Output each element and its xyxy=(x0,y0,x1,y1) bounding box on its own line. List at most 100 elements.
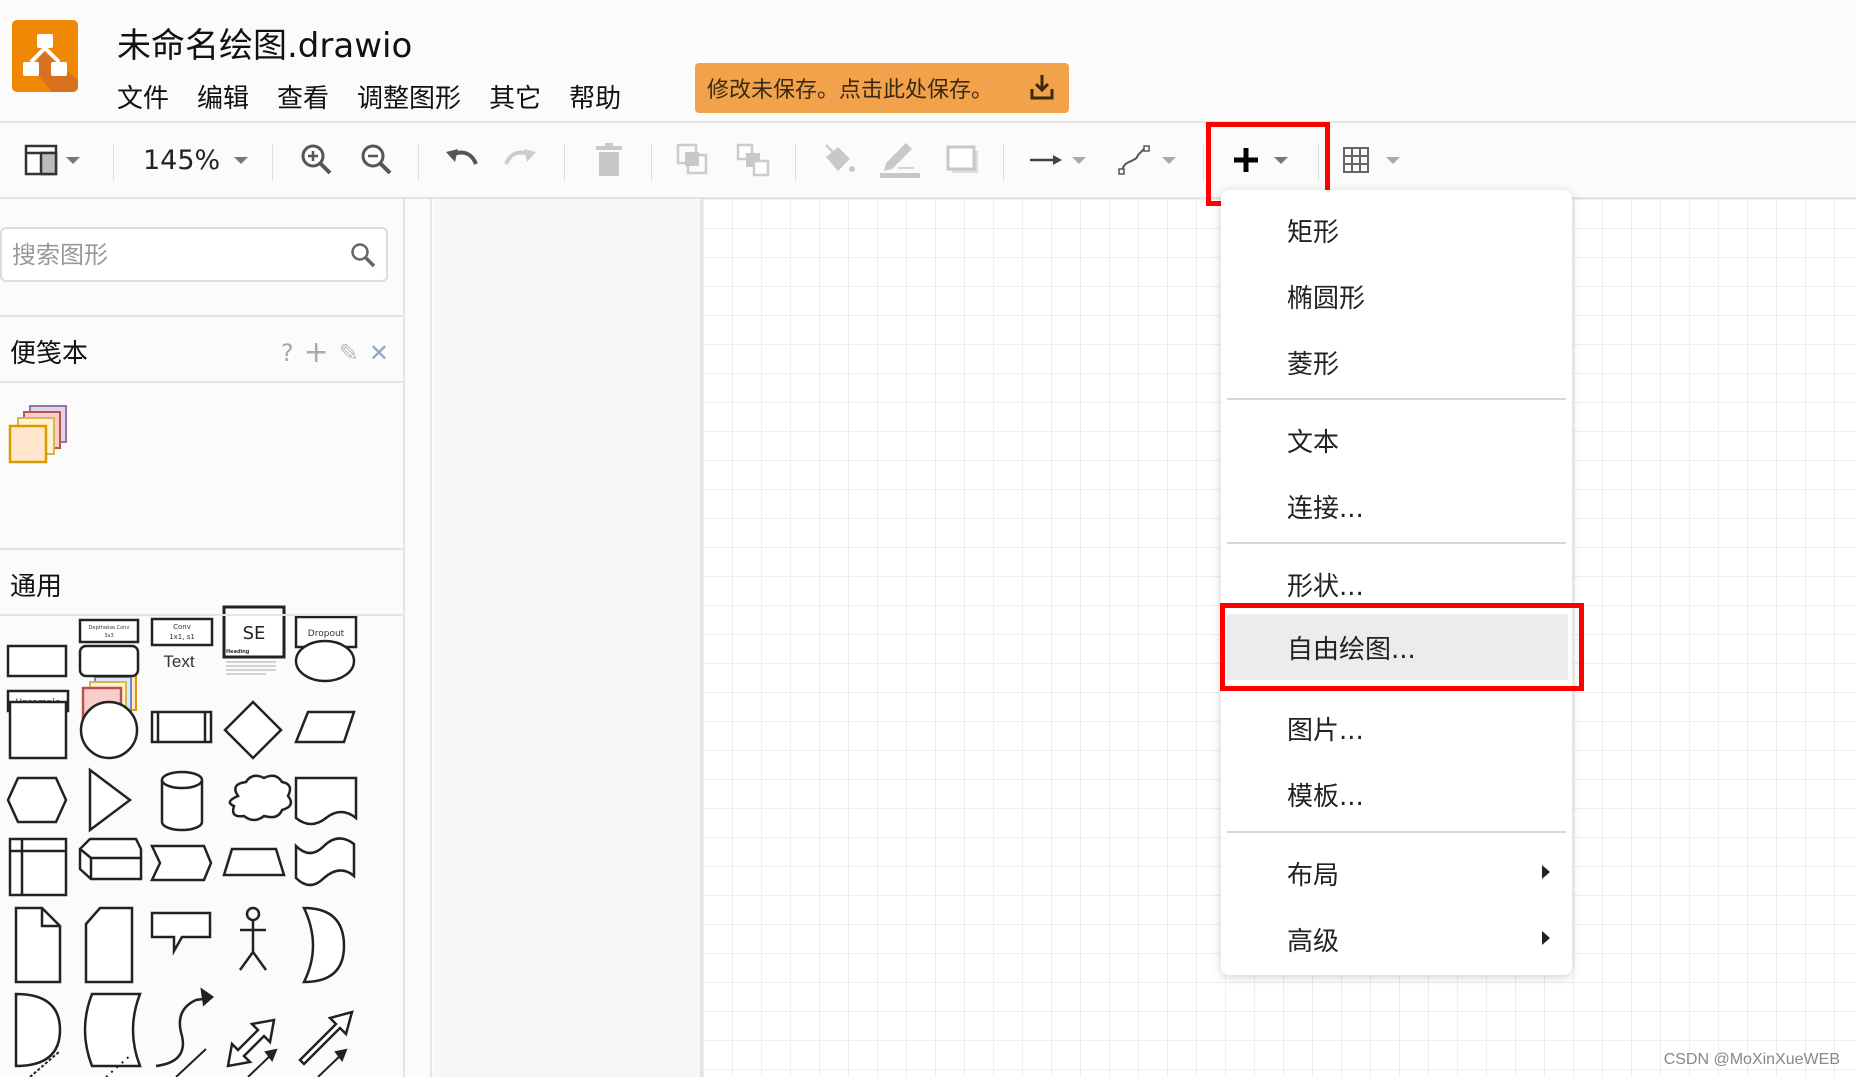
trash-icon xyxy=(596,143,622,176)
toolbar: 145% xyxy=(0,121,1856,199)
zoom-in-button[interactable] xyxy=(300,123,334,197)
menu-bar: 文件 编辑 查看 调整图形 其它 帮助 xyxy=(117,78,649,115)
arrow-right-icon xyxy=(1030,155,1062,165)
menu-item-layout[interactable]: 布局 xyxy=(1221,840,1572,906)
shape-data-storage xyxy=(83,992,142,1068)
shape-document xyxy=(294,776,358,826)
edit-icon[interactable]: ✎ xyxy=(339,339,359,367)
chevron-down-icon xyxy=(66,156,80,164)
chevron-down-icon xyxy=(1162,156,1176,164)
shape-circle xyxy=(79,700,139,760)
menu-item-link[interactable]: 连接... xyxy=(1221,473,1572,539)
submenu-arrow-icon xyxy=(1542,931,1550,945)
shape-internal-storage xyxy=(8,837,68,897)
shape-parallelogram xyxy=(294,710,356,744)
shape-card xyxy=(84,906,134,984)
undo-icon xyxy=(446,149,478,165)
table-button[interactable] xyxy=(1342,123,1400,197)
search-icon[interactable] xyxy=(350,242,376,268)
app-header: 未命名绘图.drawio 文件 编辑 查看 调整图形 其它 帮助 修改未保存。点… xyxy=(0,0,1856,121)
chevron-down-icon xyxy=(1072,156,1086,164)
to-front-button[interactable] xyxy=(676,123,710,197)
shape-trapezoid xyxy=(222,847,286,877)
shape-text: Text xyxy=(163,652,194,671)
insert-dropdown-menu: 矩形 椭圆形 菱形 文本 连接... 形状... 自由绘图... 图片... 模… xyxy=(1221,190,1572,975)
shape-heading-textbox: Heading xyxy=(226,649,276,675)
unsaved-changes-banner[interactable]: 修改未保存。点击此处保存。 xyxy=(695,63,1069,113)
general-section-header[interactable]: 通用 xyxy=(0,548,405,616)
download-icon xyxy=(1029,73,1055,107)
scratchpad-item-stacked-orange[interactable] xyxy=(6,404,70,466)
shape-search-input[interactable] xyxy=(12,237,342,273)
menu-extras[interactable]: 其它 xyxy=(489,78,541,115)
shape-diamond xyxy=(223,700,283,760)
toolbar-divider xyxy=(113,143,114,181)
menu-view[interactable]: 查看 xyxy=(277,78,329,115)
menu-separator xyxy=(1227,831,1566,833)
shape-callout xyxy=(150,911,212,956)
menu-item-advanced[interactable]: 高级 xyxy=(1221,906,1572,972)
delete-button[interactable] xyxy=(594,123,624,197)
help-icon[interactable]: ? xyxy=(281,339,294,367)
bring-to-front-icon xyxy=(676,143,708,175)
table-grid-icon xyxy=(1343,147,1369,173)
menu-item-template[interactable]: 模板... xyxy=(1221,761,1572,827)
menu-item-text[interactable]: 文本 xyxy=(1221,407,1572,473)
drawio-logo[interactable] xyxy=(12,20,78,92)
shape-hexagon xyxy=(6,776,68,824)
svg-text:Conv: Conv xyxy=(173,623,191,631)
menu-item-ellipse[interactable]: 椭圆形 xyxy=(1221,263,1572,329)
shape-square xyxy=(8,700,68,760)
undo-button[interactable] xyxy=(444,123,478,197)
redo-button[interactable] xyxy=(504,123,538,197)
zoom-out-button[interactable] xyxy=(360,123,394,197)
shape-rounded-rectangle xyxy=(78,644,140,678)
menu-item-rectangle[interactable]: 矩形 xyxy=(1221,197,1572,263)
submenu-arrow-icon xyxy=(1542,865,1550,879)
send-to-back-icon xyxy=(736,143,770,177)
menu-item-image[interactable]: 图片... xyxy=(1221,695,1572,761)
watermark: CSDN @MoXinXueWEB xyxy=(1663,1051,1840,1068)
line-color-button[interactable] xyxy=(878,123,922,197)
menu-item-advanced-label: 高级 xyxy=(1287,926,1340,957)
shape-cloud xyxy=(228,774,293,822)
shape-curved-arrow xyxy=(155,996,211,1068)
waypoints-button[interactable] xyxy=(1118,123,1176,197)
shape-step xyxy=(150,844,213,882)
menu-item-layout-label: 布局 xyxy=(1287,860,1340,891)
menu-item-rhombus[interactable]: 菱形 xyxy=(1221,329,1572,395)
connection-style-button[interactable] xyxy=(1030,123,1086,197)
toolbar-divider xyxy=(795,143,796,181)
sidebar-collapse-gutter[interactable] xyxy=(405,199,432,1077)
canvas-background[interactable] xyxy=(434,199,700,1077)
menu-file[interactable]: 文件 xyxy=(117,78,169,115)
toolbar-divider xyxy=(651,143,652,181)
shadow-button[interactable] xyxy=(946,123,980,197)
curved-connector-icon xyxy=(1118,145,1150,175)
toolbar-divider xyxy=(1203,143,1204,181)
chevron-down-icon xyxy=(1386,156,1400,164)
annotation-highlight-freehand xyxy=(1220,603,1584,691)
zoom-level-dropdown[interactable]: 145% xyxy=(143,123,249,197)
shadow-icon xyxy=(946,145,978,173)
zoom-out-icon xyxy=(361,144,392,175)
fill-color-button[interactable] xyxy=(822,123,856,197)
shape-ellipse xyxy=(294,639,356,683)
toolbar-divider xyxy=(418,143,419,181)
add-icon[interactable]: + xyxy=(304,335,329,370)
menu-separator xyxy=(1227,398,1566,400)
toolbar-divider xyxy=(1003,143,1004,181)
to-back-button[interactable] xyxy=(736,123,770,197)
menu-arrange[interactable]: 调整图形 xyxy=(357,78,461,115)
scratchpad-header[interactable]: 便笺本 ? + ✎ ✕ xyxy=(0,315,405,383)
general-section-title: 通用 xyxy=(10,572,63,602)
menu-edit[interactable]: 编辑 xyxy=(197,78,249,115)
save-banner-text: 修改未保存。点击此处保存。 xyxy=(707,78,994,103)
document-title[interactable]: 未命名绘图.drawio xyxy=(117,18,412,67)
svg-text:Heading: Heading xyxy=(226,649,250,655)
shape-delay xyxy=(14,992,62,1068)
format-panel-button[interactable] xyxy=(24,123,80,197)
paint-bucket-icon xyxy=(825,144,855,172)
close-icon[interactable]: ✕ xyxy=(369,339,389,367)
menu-help[interactable]: 帮助 xyxy=(569,78,621,115)
